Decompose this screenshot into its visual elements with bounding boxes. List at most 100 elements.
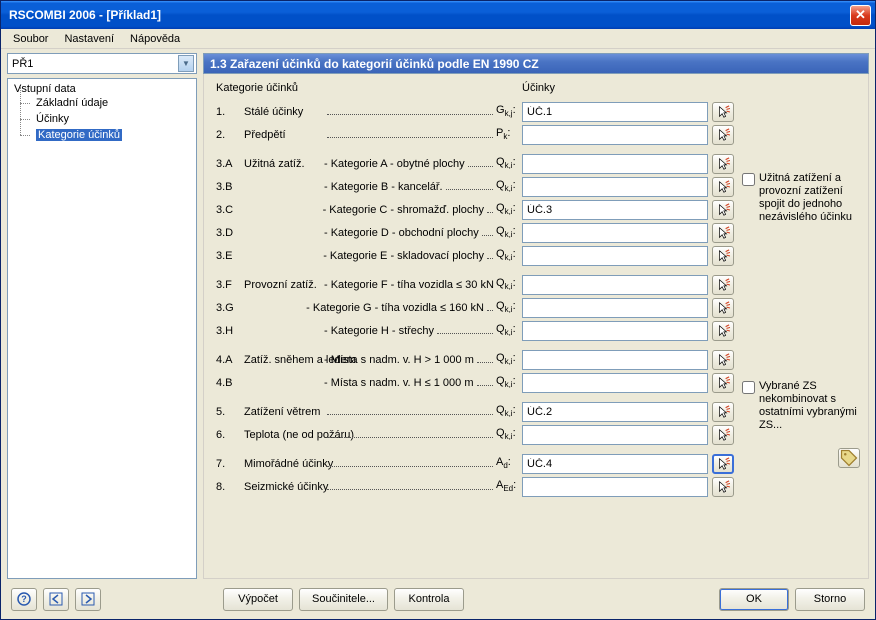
cursor-icon bbox=[716, 249, 730, 263]
effect-input[interactable] bbox=[522, 298, 708, 318]
effect-input[interactable] bbox=[522, 425, 708, 445]
calculate-button[interactable]: Výpočet bbox=[223, 588, 293, 611]
effect-input[interactable] bbox=[522, 350, 708, 370]
row-label: Zatíž. sněhem a ledem- Místa s nadm. v. … bbox=[244, 354, 496, 366]
row-symbol: Qk,i: bbox=[496, 404, 522, 418]
pick-effect-button[interactable] bbox=[712, 200, 734, 220]
tree-root[interactable]: Vstupní data bbox=[10, 83, 194, 95]
effect-input[interactable] bbox=[522, 177, 708, 197]
category-row: 5.Zatížení větremQk,i: bbox=[216, 400, 734, 423]
details-button[interactable] bbox=[838, 448, 860, 468]
cancel-button[interactable]: Storno bbox=[795, 588, 865, 611]
right-pane: 1.3 Zařazení účinků do kategorií účinků … bbox=[203, 53, 869, 579]
effect-input[interactable] bbox=[522, 246, 708, 266]
cursor-icon bbox=[716, 405, 730, 419]
header-kategorie: Kategorie účinků bbox=[216, 82, 522, 94]
row-symbol: Qk,i: bbox=[496, 427, 522, 441]
pick-effect-button[interactable] bbox=[712, 275, 734, 295]
pick-effect-button[interactable] bbox=[712, 454, 734, 474]
cursor-icon bbox=[716, 428, 730, 442]
pick-effect-button[interactable] bbox=[712, 402, 734, 422]
row-label: - Kategorie B - kancelář. bbox=[244, 181, 496, 193]
row-label: - Místa s nadm. v. H ≤ 1 000 m bbox=[244, 377, 496, 389]
menu-napoveda[interactable]: Nápověda bbox=[122, 31, 188, 47]
pick-effect-button[interactable] bbox=[712, 246, 734, 266]
effect-input[interactable] bbox=[522, 477, 708, 497]
pick-effect-button[interactable] bbox=[712, 223, 734, 243]
pick-effect-button[interactable] bbox=[712, 177, 734, 197]
row-number: 5. bbox=[216, 406, 244, 418]
pick-effect-button[interactable] bbox=[712, 154, 734, 174]
check-button[interactable]: Kontrola bbox=[394, 588, 464, 611]
opt-exclude-zs[interactable]: Vybrané ZS nekombinovat s ostatními vybr… bbox=[742, 380, 860, 432]
column-headers: Kategorie účinků Účinky bbox=[216, 82, 734, 94]
opt-merge-loads-checkbox[interactable] bbox=[742, 173, 755, 186]
opt-exclude-zs-checkbox[interactable] bbox=[742, 381, 755, 394]
effect-input[interactable] bbox=[522, 154, 708, 174]
coefficients-button[interactable]: Součinitele... bbox=[299, 588, 388, 611]
help-button[interactable]: ? bbox=[11, 588, 37, 611]
opt-merge-loads[interactable]: Užitná zatížení a provozní zatížení spoj… bbox=[742, 172, 860, 224]
effect-input[interactable] bbox=[522, 373, 708, 393]
pick-effect-button[interactable] bbox=[712, 102, 734, 122]
tag-icon bbox=[839, 448, 859, 468]
row-label: Teplota (ne od požáru) bbox=[244, 429, 496, 441]
row-symbol: Qk,i: bbox=[496, 300, 522, 314]
row-symbol: Qk,i: bbox=[496, 323, 522, 337]
tree-item[interactable]: Kategorie účinků bbox=[10, 127, 194, 143]
side-options: Užitná zatížení a provozní zatížení spoj… bbox=[742, 82, 860, 570]
footer: ? Výpočet Součinitele... Kontrola OK Sto… bbox=[1, 579, 875, 619]
pick-effect-button[interactable] bbox=[712, 425, 734, 445]
pick-effect-button[interactable] bbox=[712, 298, 734, 318]
effect-input[interactable] bbox=[522, 321, 708, 341]
cursor-icon bbox=[716, 301, 730, 315]
ok-button[interactable]: OK bbox=[719, 588, 789, 611]
cursor-icon bbox=[716, 226, 730, 240]
row-number: 2. bbox=[216, 129, 244, 141]
pick-effect-button[interactable] bbox=[712, 125, 734, 145]
menu-soubor[interactable]: Soubor bbox=[5, 31, 56, 47]
category-row: 3.D- Kategorie D - obchodní plochyQk,i: bbox=[216, 221, 734, 244]
effect-input[interactable] bbox=[522, 200, 708, 220]
cursor-icon bbox=[716, 128, 730, 142]
pick-effect-button[interactable] bbox=[712, 321, 734, 341]
category-row: 2.PředpětíPk: bbox=[216, 123, 734, 146]
effect-input[interactable] bbox=[522, 102, 708, 122]
project-select[interactable]: PŘ1 ▼ bbox=[7, 53, 197, 74]
prev-button[interactable] bbox=[43, 588, 69, 611]
project-select-value: PŘ1 bbox=[12, 58, 178, 70]
menubar: Soubor Nastavení Nápověda bbox=[1, 29, 875, 49]
cursor-icon bbox=[716, 180, 730, 194]
effect-input[interactable] bbox=[522, 223, 708, 243]
category-row: 4.AZatíž. sněhem a ledem- Místa s nadm. … bbox=[216, 348, 734, 371]
row-number: 3.B bbox=[216, 181, 244, 193]
pick-effect-button[interactable] bbox=[712, 373, 734, 393]
titlebar: RSCOMBI 2006 - [Příklad1] ✕ bbox=[1, 1, 875, 29]
next-button[interactable] bbox=[75, 588, 101, 611]
effect-input[interactable] bbox=[522, 125, 708, 145]
tree-item[interactable]: Základní údaje bbox=[10, 95, 194, 111]
app-window: RSCOMBI 2006 - [Příklad1] ✕ Soubor Nasta… bbox=[0, 0, 876, 620]
body: PŘ1 ▼ Vstupní data Základní údaje Účinky… bbox=[1, 49, 875, 579]
pick-effect-button[interactable] bbox=[712, 350, 734, 370]
nav-tree[interactable]: Vstupní data Základní údaje Účinky Kateg… bbox=[7, 78, 197, 579]
row-symbol: Qk,i: bbox=[496, 225, 522, 239]
category-row: 3.G- Kategorie G - tíha vozidla ≤ 160 kN… bbox=[216, 296, 734, 319]
cursor-icon bbox=[716, 324, 730, 338]
cursor-icon bbox=[716, 457, 730, 471]
category-row: 3.E- Kategorie E - skladovací plochyQk,i… bbox=[216, 244, 734, 267]
row-number: 4.B bbox=[216, 377, 244, 389]
tree-item[interactable]: Účinky bbox=[10, 111, 194, 127]
menu-nastaveni[interactable]: Nastavení bbox=[56, 31, 122, 47]
form-area: Kategorie účinků Účinky 1.Stálé účinkyGk… bbox=[216, 82, 734, 570]
category-row: 3.C- Kategorie C - shromažď. plochyQk,i: bbox=[216, 198, 734, 221]
effect-input[interactable] bbox=[522, 275, 708, 295]
row-symbol: Ad: bbox=[496, 456, 522, 470]
row-label: Předpětí bbox=[244, 129, 496, 141]
cursor-icon bbox=[716, 480, 730, 494]
pick-effect-button[interactable] bbox=[712, 477, 734, 497]
effect-input[interactable] bbox=[522, 402, 708, 422]
row-symbol: Qk,i: bbox=[496, 277, 522, 291]
effect-input[interactable] bbox=[522, 454, 708, 474]
close-button[interactable]: ✕ bbox=[850, 5, 871, 26]
